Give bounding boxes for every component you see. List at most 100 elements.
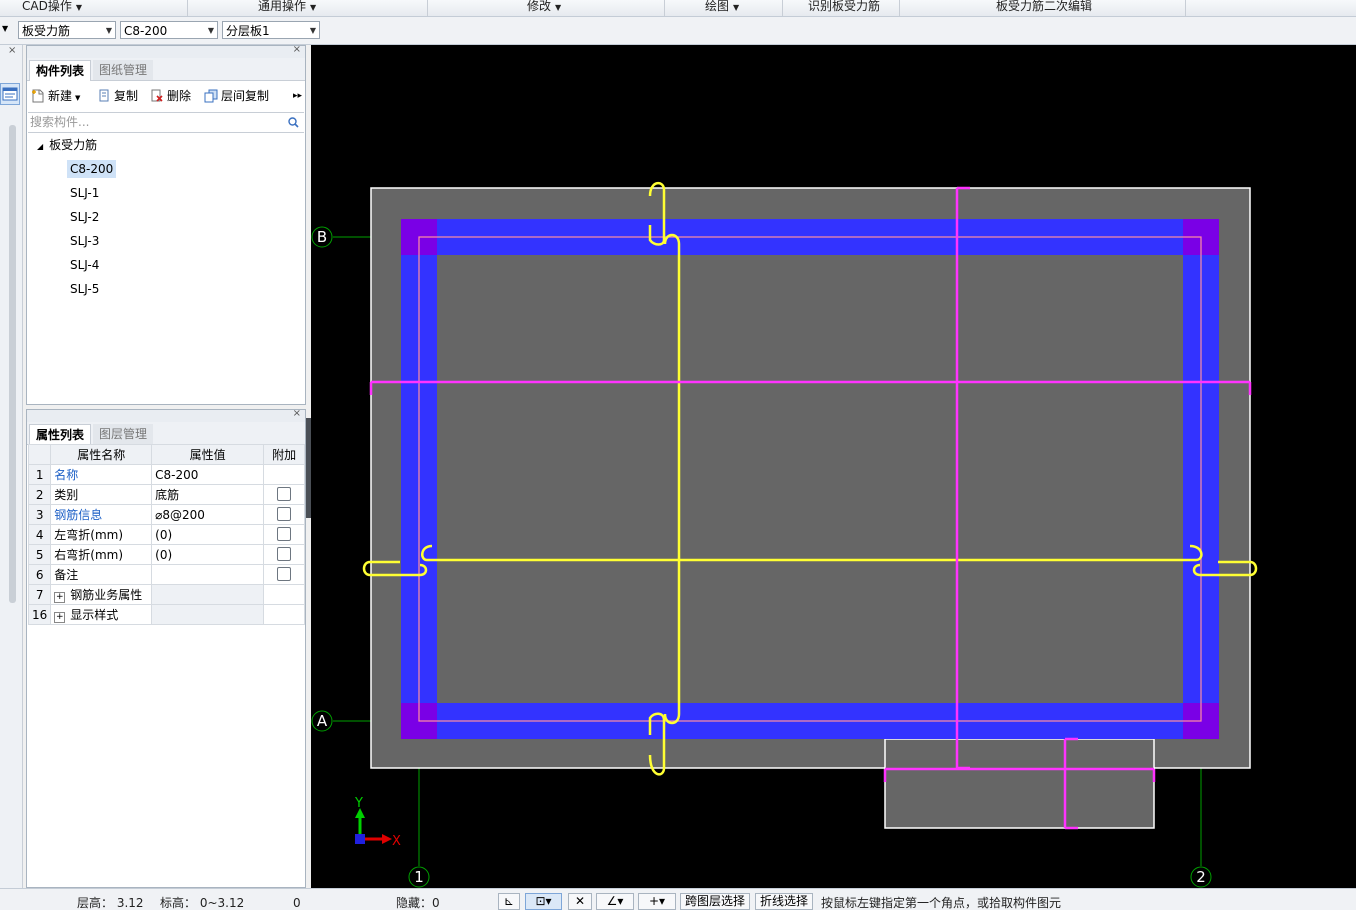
close-icon[interactable]: ×: [293, 408, 301, 419]
menu-draw-label: 绘图: [705, 0, 730, 13]
row-extra: [263, 524, 305, 545]
table-row[interactable]: 6 备注: [27, 564, 305, 585]
component-list-panel: × 构件列表 图纸管理 新建 ▼ 复制 删除 层间复制 ▸▸ 搜索构件... ◢ 板…: [26, 44, 306, 405]
tab-property-list[interactable]: 属性列表: [29, 424, 92, 445]
row-value[interactable]: 底筋: [151, 484, 265, 505]
row-extra: [263, 564, 305, 585]
floor-height: 层高： 3.12: [77, 896, 144, 910]
tree-item-slj-5[interactable]: SLJ-5: [70, 280, 99, 298]
row-value[interactable]: C8-200: [151, 464, 265, 485]
cad-drawing[interactable]: B A 1 2 Y X: [311, 45, 1356, 888]
menu-common-ops[interactable]: 通用操作 ▼: [258, 0, 316, 16]
menu-common-ops-label: 通用操作: [258, 0, 307, 13]
cross-layer-select-button[interactable]: 跨图层选择: [680, 893, 750, 910]
component-select[interactable]: C8-200 ▼: [120, 21, 218, 39]
table-row[interactable]: 1 名称 C8-200: [27, 464, 305, 485]
delete-button[interactable]: 删除: [150, 86, 191, 106]
tab-component-list[interactable]: 构件列表: [29, 60, 92, 81]
row-value[interactable]: (0): [151, 524, 265, 545]
more-icon[interactable]: ▸▸: [293, 86, 302, 106]
menu-draw[interactable]: 绘图 ▼: [705, 0, 739, 16]
table-row[interactable]: 4 左弯折(mm) (0): [27, 524, 305, 545]
row-name: 右弯折(mm): [50, 544, 153, 565]
chevron-down-icon: ▼: [310, 3, 317, 12]
polyline-select-button[interactable]: 折线选择: [755, 893, 813, 910]
tree-item-slj-4[interactable]: SLJ-4: [70, 256, 99, 274]
search-input[interactable]: 搜索构件...: [28, 112, 304, 133]
property-tabs: 属性列表 图层管理: [27, 422, 305, 445]
menu-cad-ops[interactable]: CAD操作 ▼: [22, 0, 82, 16]
property-list-panel: × 属性列表 图层管理 属性名称 属性值 附加 1 名称 C8-200 2 类别…: [26, 408, 306, 888]
layer-select[interactable]: 分层板1 ▼: [222, 21, 320, 39]
delete-icon: [151, 89, 163, 102]
table-row[interactable]: 16 + 显示样式: [27, 604, 305, 625]
chevron-down-icon[interactable]: ▼: [2, 24, 8, 33]
row-num: 6: [27, 564, 52, 585]
scrollbar[interactable]: [9, 125, 16, 603]
extra-checkbox[interactable]: [277, 487, 292, 501]
cross-button[interactable]: ✕: [568, 893, 592, 910]
extra-checkbox[interactable]: [277, 567, 292, 581]
separator: [187, 0, 188, 16]
snap-button[interactable]: ⊡▾: [525, 893, 562, 910]
menu-modify[interactable]: 修改 ▼: [527, 0, 561, 16]
tree-root[interactable]: ◢ 板受力筋: [37, 136, 97, 154]
elevation: 标高： 0~3.12: [160, 896, 245, 910]
tree-item-slj-2[interactable]: SLJ-2: [70, 208, 99, 226]
new-button[interactable]: 新建 ▼: [31, 86, 80, 106]
close-icon[interactable]: ×: [8, 45, 16, 56]
copy-button-label: 复制: [114, 89, 139, 103]
chevron-down-icon: ▼: [309, 26, 316, 35]
snap-icon: ⊡▾: [535, 894, 552, 908]
navigator-icon[interactable]: [0, 83, 20, 105]
tree-item-c8-200[interactable]: C8-200: [67, 160, 117, 178]
axis-label-1: 1: [414, 868, 424, 886]
table-row[interactable]: 7 + 钢筋业务属性: [27, 584, 305, 605]
menu-secondary-edit[interactable]: 板受力筋二次编辑: [996, 0, 1092, 16]
dynamic-input-button[interactable]: +▾: [638, 893, 676, 910]
expand-plus-icon[interactable]: +: [54, 592, 66, 603]
extra-checkbox[interactable]: [277, 547, 292, 561]
tree-item-slj-1[interactable]: SLJ-1: [70, 184, 99, 202]
row-extra: [263, 544, 305, 565]
type-select-value: 板受力筋: [22, 24, 71, 38]
expand-plus-icon[interactable]: +: [54, 612, 66, 623]
tab-layer-management[interactable]: 图层管理: [93, 424, 154, 444]
extra-checkbox[interactable]: [277, 527, 292, 541]
row-num: 7: [27, 584, 52, 605]
left-dock-strip: ×: [0, 45, 23, 888]
row-value[interactable]: [151, 564, 265, 585]
menu-identify-label: 识别板受力筋: [808, 0, 881, 13]
close-icon[interactable]: ×: [293, 44, 301, 55]
extra-checkbox[interactable]: [277, 507, 292, 521]
table-row[interactable]: 2 类别 底筋: [27, 484, 305, 505]
ortho-button[interactable]: ⊾: [498, 893, 520, 910]
status-bar: 层高： 3.12 标高： 0~3.12 0 隐藏：0 ⊾ ⊡▾ ✕ ∠▾ +▾ …: [0, 888, 1356, 910]
angle-button[interactable]: ∠▾: [596, 893, 634, 910]
row-extra: [263, 604, 305, 625]
menu-identify[interactable]: 识别板受力筋: [808, 0, 880, 16]
table-row[interactable]: 3 钢筋信息 ⌀8@200: [27, 504, 305, 525]
row-name-expandable[interactable]: + 显示样式: [50, 604, 153, 625]
tree-item-slj-3[interactable]: SLJ-3: [70, 232, 99, 250]
new-file-icon: [32, 89, 44, 103]
expand-triangle-icon[interactable]: ◢: [37, 142, 43, 151]
row-num: 3: [27, 504, 52, 525]
tab-drawing-management[interactable]: 图纸管理: [93, 60, 154, 80]
chevron-down-icon: ▼: [207, 26, 214, 35]
row-name-expandable[interactable]: + 钢筋业务属性: [50, 584, 153, 605]
drawing-canvas[interactable]: B A 1 2 Y X: [311, 45, 1356, 888]
layer-copy-button[interactable]: 层间复制: [204, 86, 269, 106]
row-value[interactable]: (0): [151, 544, 265, 565]
search-icon: [288, 117, 299, 128]
menu-secondary-edit-label: 板受力筋二次编辑: [996, 0, 1093, 13]
row-value: [151, 604, 265, 625]
table-header-row: 属性名称 属性值 附加: [27, 444, 305, 465]
table-row[interactable]: 5 右弯折(mm) (0): [27, 544, 305, 565]
axis-label-a: A: [317, 712, 328, 730]
dynamic-input-icon: +▾: [648, 894, 666, 908]
copy-button[interactable]: 复制: [97, 86, 138, 106]
separator: [1185, 0, 1186, 16]
type-select[interactable]: 板受力筋 ▼: [18, 21, 116, 39]
row-value[interactable]: ⌀8@200: [151, 504, 265, 525]
